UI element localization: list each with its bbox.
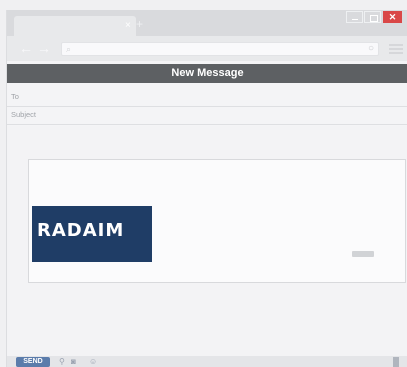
subject-field[interactable]: Subject (7, 107, 407, 125)
minimize-button[interactable] (346, 11, 363, 23)
forward-arrow-icon[interactable]: → (37, 41, 51, 55)
compose-toolbar: SEND ⚲ ◙ ☺ (7, 356, 407, 367)
search-icon: ⌕ (66, 44, 72, 54)
new-tab-icon[interactable]: + (136, 18, 143, 30)
hamburger-menu-icon[interactable] (389, 44, 403, 54)
reload-icon[interactable]: ○ (368, 43, 374, 55)
paperclip-icon[interactable]: ⚲ (59, 356, 65, 367)
to-label: To (11, 92, 19, 101)
trash-icon[interactable] (393, 357, 399, 367)
subject-label: Subject (11, 110, 37, 119)
read-more-button[interactable] (352, 251, 374, 257)
preview-text (161, 186, 396, 258)
send-button[interactable]: SEND (16, 357, 50, 367)
radaim-logo: RADAIM (37, 220, 125, 241)
browser-tab[interactable]: × (14, 16, 136, 36)
banner-image: RADAIM (32, 206, 152, 262)
navigation-bar: ← → ⌕ ○ (7, 36, 407, 61)
tab-close-icon[interactable]: × (125, 20, 131, 32)
embedded-email-preview: RADAIM (28, 159, 406, 283)
desktop-background: × + ✕ ← → ⌕ ○ New Message To Subject RAD… (0, 0, 407, 367)
camera-icon[interactable]: ◙ (71, 356, 76, 367)
close-window-button[interactable]: ✕ (383, 11, 402, 23)
title-bar: × + ✕ (7, 10, 407, 36)
emoji-icon[interactable]: ☺ (89, 356, 97, 367)
back-arrow-icon[interactable]: ← (19, 41, 33, 55)
maximize-button[interactable] (364, 11, 381, 23)
compose-header: New Message (7, 64, 407, 83)
address-bar[interactable]: ⌕ ○ (61, 42, 379, 56)
message-body[interactable]: RADAIM (7, 126, 407, 356)
to-field[interactable]: To (7, 89, 407, 107)
compose-title: New Message (171, 67, 244, 79)
browser-window: × + ✕ ← → ⌕ ○ New Message To Subject RAD… (6, 10, 407, 367)
